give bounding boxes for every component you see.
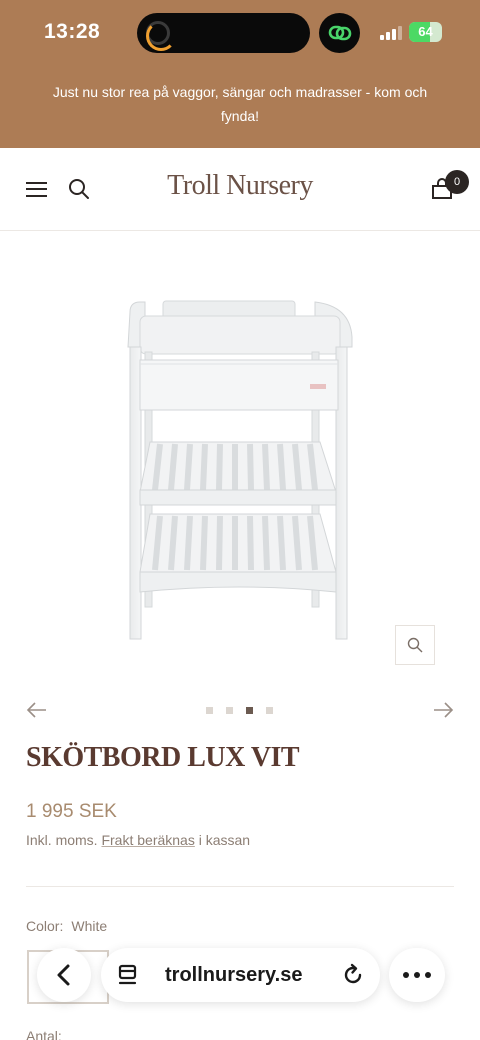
slide-dot[interactable] [226, 707, 233, 714]
address-bar[interactable]: trollnursery.se [101, 948, 380, 1002]
shipping-link[interactable]: Frakt beräknas [101, 832, 194, 848]
tabs-icon[interactable] [116, 963, 140, 987]
product-image[interactable] [100, 292, 360, 642]
slide-dot[interactable] [246, 707, 253, 714]
promo-banner[interactable]: Just nu stor rea på vaggor, sängar och m… [0, 80, 480, 128]
status-bar: 13:28 64 [0, 0, 480, 64]
link-app-icon [319, 13, 360, 53]
url-text[interactable]: trollnursery.se [165, 964, 302, 987]
arrow-right-icon[interactable] [432, 701, 454, 719]
arrow-left-icon[interactable] [26, 701, 48, 719]
tax-suffix: i kassan [198, 832, 251, 848]
color-option: Color: White [26, 918, 107, 934]
dynamic-island [137, 13, 310, 53]
color-value: White [71, 918, 108, 934]
browser-back-button[interactable] [37, 948, 91, 1002]
slide-dot[interactable] [206, 707, 213, 714]
signal-bar [386, 32, 390, 40]
zoom-icon [407, 637, 423, 653]
reload-icon[interactable] [341, 963, 365, 987]
color-label: Color: [26, 918, 64, 934]
signal-icon [380, 25, 404, 40]
slide-dot[interactable] [266, 707, 273, 714]
signal-bar [398, 26, 402, 40]
cart-count-badge[interactable]: 0 [445, 170, 469, 194]
more-icon [403, 972, 431, 978]
divider [26, 886, 454, 887]
status-time: 13:28 [44, 20, 101, 43]
site-header: Troll Nursery 0 [0, 148, 480, 231]
product-title: SKÖTBORD LUX VIT [26, 742, 300, 773]
site-logo[interactable]: Troll Nursery [0, 170, 480, 202]
signal-bar [392, 29, 396, 40]
activity-ring-icon [146, 21, 176, 51]
zoom-button[interactable] [395, 625, 435, 665]
product-price: 1 995 SEK [26, 801, 117, 822]
tax-prefix: Inkl. moms. [26, 832, 98, 848]
more-button[interactable] [389, 948, 445, 1002]
tax-info: Inkl. moms. Frakt beräknas i kassan [26, 832, 250, 848]
battery-icon: 64 [409, 22, 442, 42]
slide-indicator [206, 707, 276, 715]
battery-percent: 64 [418, 24, 433, 39]
quantity-label: Antal: [26, 1028, 62, 1040]
signal-bar [380, 35, 384, 40]
back-icon [57, 964, 70, 986]
